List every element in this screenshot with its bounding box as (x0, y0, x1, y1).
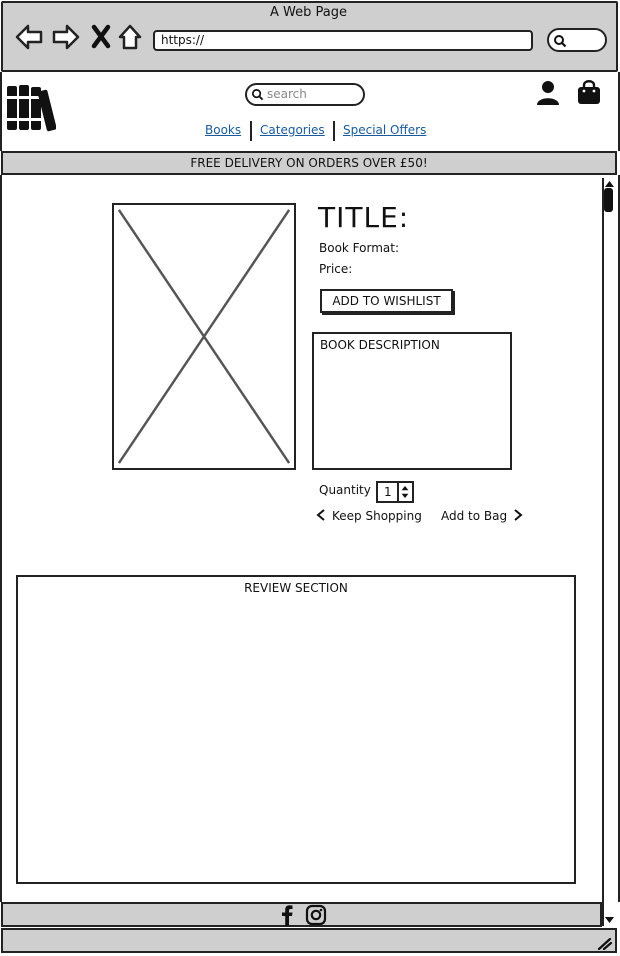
book-image-placeholder (112, 203, 296, 470)
url-input[interactable]: https:// (153, 30, 533, 51)
book-description-label: BOOK DESCRIPTION (320, 338, 440, 352)
site-footer (1, 902, 602, 927)
browser-status-bar (1, 928, 617, 953)
instagram-icon[interactable] (305, 904, 327, 926)
review-section: REVIEW SECTION (16, 575, 576, 884)
window-title: A Web Page (270, 5, 347, 20)
quantity-value: 1 (384, 485, 392, 499)
shopping-bag-icon[interactable] (576, 79, 602, 105)
book-format-label: Book Format: (319, 241, 400, 255)
quantity-label: Quantity (319, 483, 371, 497)
review-section-label: REVIEW SECTION (244, 581, 348, 595)
forward-arrow-icon[interactable] (51, 22, 81, 52)
book-title: TITLE: (318, 201, 410, 234)
facebook-icon[interactable] (278, 904, 296, 926)
chevron-left-icon (316, 509, 325, 521)
chevron-right-icon (514, 509, 523, 521)
home-icon[interactable] (116, 22, 146, 52)
add-to-wishlist-button[interactable]: ADD TO WISHLIST (320, 289, 453, 313)
quantity-stepper[interactable]: 1 (376, 481, 414, 503)
book-description-box: BOOK DESCRIPTION (312, 332, 512, 470)
search-icon (554, 35, 567, 48)
scroll-thumb[interactable] (604, 188, 613, 212)
back-arrow-icon[interactable] (14, 22, 44, 52)
user-icon[interactable] (535, 79, 561, 105)
keep-shopping-link[interactable]: Keep Shopping (316, 509, 422, 523)
nav-link-books[interactable]: Books (205, 123, 241, 137)
resize-grip-icon[interactable] (597, 936, 613, 950)
delivery-banner: FREE DELIVERY ON ORDERS OVER £50! (1, 151, 617, 175)
search-icon (252, 89, 264, 101)
add-to-bag-link[interactable]: Add to Bag (441, 509, 523, 523)
books-logo-icon[interactable] (6, 82, 56, 132)
nav-separator (333, 121, 335, 141)
scroll-down-icon[interactable] (604, 915, 615, 925)
add-to-bag-label: Add to Bag (441, 509, 508, 523)
browser-search-field[interactable] (547, 28, 607, 52)
nav-separator (250, 121, 252, 141)
close-icon[interactable] (88, 22, 118, 52)
nav-link-categories[interactable]: Categories (260, 123, 325, 137)
vertical-scrollbar[interactable] (602, 178, 615, 926)
price-label: Price: (319, 262, 353, 276)
nav-link-special-offers[interactable]: Special Offers (343, 123, 426, 137)
keep-shopping-label: Keep Shopping (332, 509, 422, 523)
stepper-arrows-icon[interactable] (397, 483, 411, 501)
